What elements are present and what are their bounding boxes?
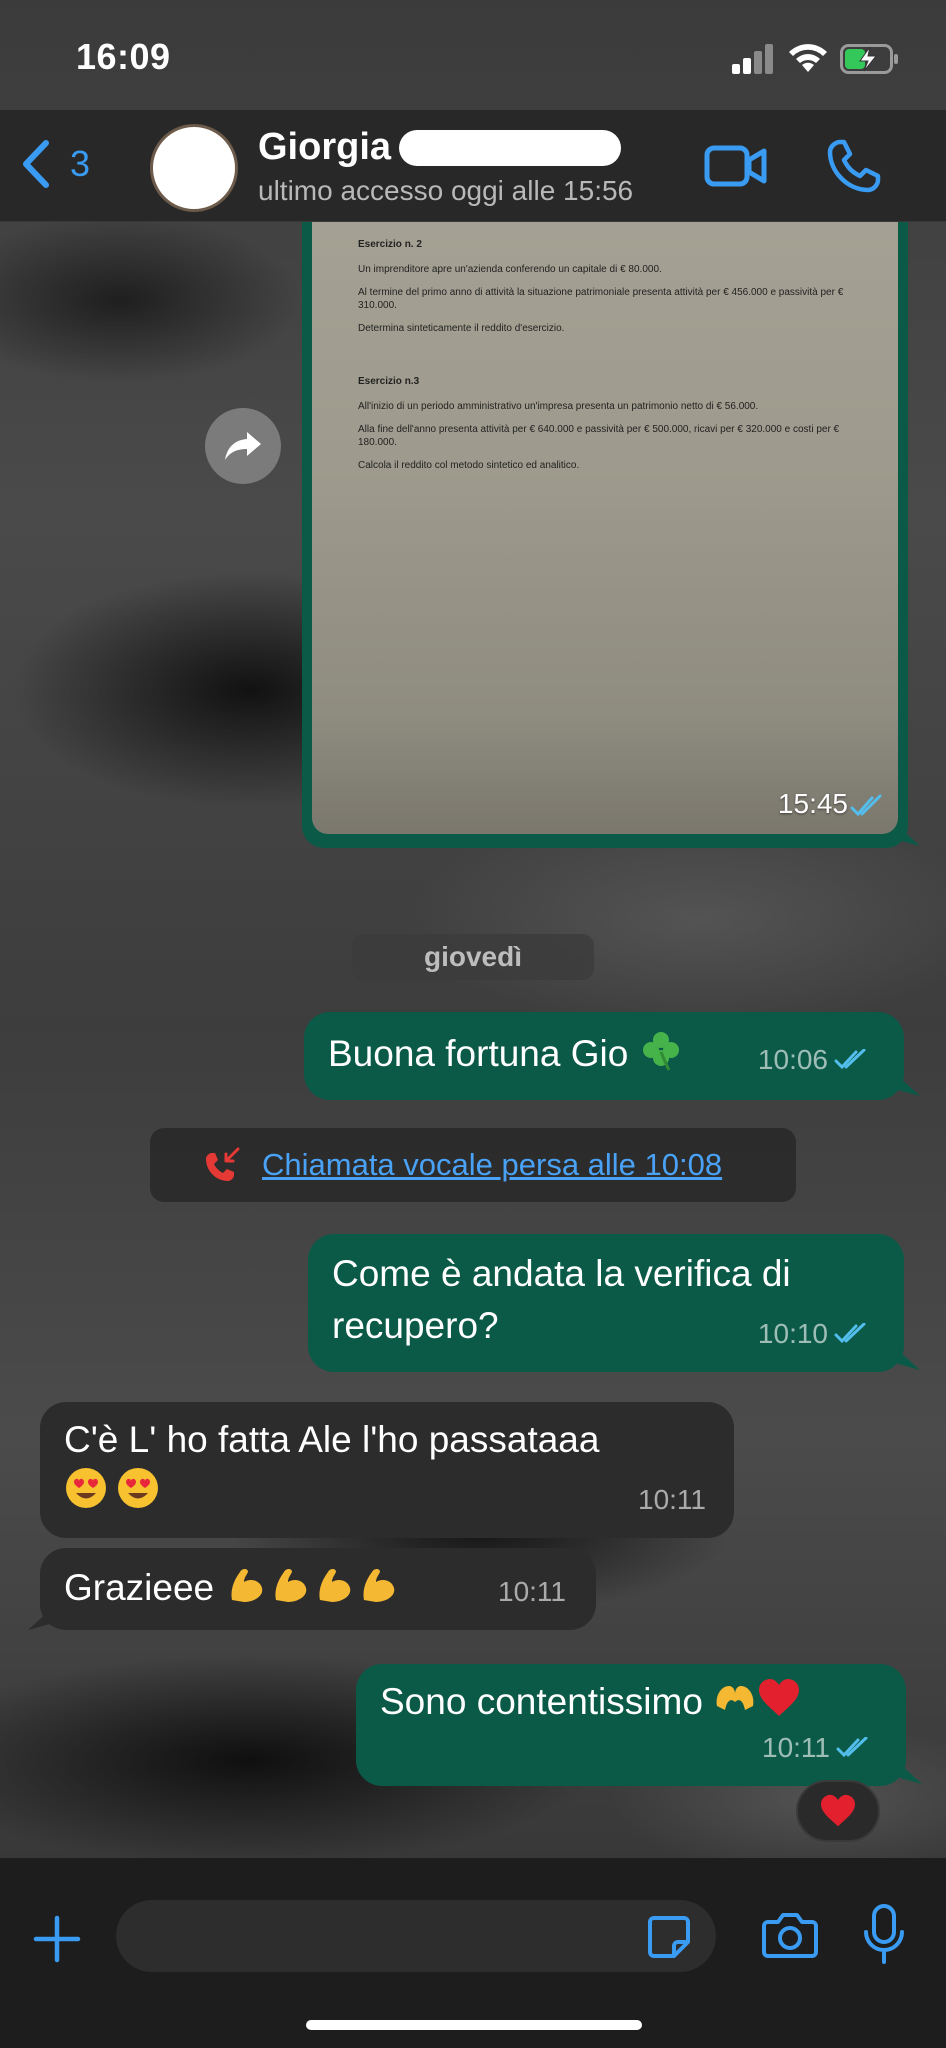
doc-ex2-p2: Al termine del primo anno di attività la…: [358, 287, 844, 311]
forward-arrow-icon: [225, 432, 261, 460]
read-ticks-icon: [834, 1049, 866, 1070]
doc-ex3-title: Esercizio n.3: [358, 376, 420, 387]
phone-icon[interactable]: [826, 138, 882, 194]
missed-call-link[interactable]: Chiamata vocale persa alle 10:08: [262, 1147, 722, 1183]
message-time: 10:10: [757, 1318, 828, 1349]
heart-eyes-emoji-icon: [118, 1468, 158, 1508]
message-time: 10:11: [762, 1732, 830, 1763]
home-indicator: [306, 2020, 642, 2030]
chat-header: 3 Giorgia ultimo accesso oggi alle 15:56: [0, 110, 946, 222]
message-input[interactable]: [116, 1900, 716, 1972]
message-meta: 10:11: [762, 1722, 870, 1774]
doc-ex3-p1: All'inizio di un periodo amministrativo …: [358, 401, 759, 412]
heart-eyes-emoji-icon: [66, 1468, 106, 1508]
bubble-tail: [898, 1076, 920, 1096]
message-meta: 10:10: [758, 1308, 868, 1360]
avatar[interactable]: [150, 124, 238, 212]
bubble-tail: [28, 1610, 50, 1630]
redacted-surname: [399, 129, 622, 166]
date-divider: giovedì: [352, 934, 594, 980]
bubble-tail: [900, 1764, 922, 1784]
bubble-tail: [898, 1350, 920, 1370]
contact-name: Giorgia: [258, 126, 633, 169]
unread-count: 3: [70, 143, 91, 184]
outgoing-message[interactable]: Come è andata la verifica di recupero? 1…: [308, 1234, 904, 1372]
last-seen: ultimo accesso oggi alle 15:56: [258, 175, 634, 206]
bubble-tail: [898, 826, 920, 846]
flexed-biceps-icon: [275, 1569, 307, 1602]
signal-icon: [732, 44, 774, 74]
document-photo: Esercizio n. 2 Un imprenditore apre un'a…: [358, 238, 858, 482]
message-text: Grazieee: [64, 1567, 215, 1608]
contact-info[interactable]: Giorgia ultimo accesso oggi alle 15:56: [258, 126, 633, 207]
doc-ex3-p2: Alla fine dell'anno presenta attività pe…: [358, 424, 840, 448]
contact-first-name: Giorgia: [258, 126, 392, 168]
incoming-message[interactable]: C'è L' ho fatta Ale l'ho passataaa 10:11: [40, 1402, 734, 1538]
plus-icon[interactable]: [32, 1914, 82, 1964]
battery-charging-icon: [840, 44, 898, 74]
doc-ex2-title: Esercizio n. 2: [358, 239, 422, 250]
red-heart-icon: [821, 1794, 855, 1827]
outgoing-message[interactable]: Buona fortuna Gio 10:06: [304, 1012, 904, 1100]
forward-button[interactable]: [205, 408, 281, 484]
message-meta: 10:06: [758, 1034, 868, 1086]
reaction-badge[interactable]: [796, 1780, 880, 1842]
status-time: 16:09: [76, 36, 171, 77]
microphone-icon[interactable]: [862, 1904, 906, 1966]
message-text: Come è andata la verifica di recupero?: [332, 1253, 791, 1346]
read-ticks-icon: [850, 794, 882, 817]
message-time: 15:45: [777, 788, 848, 819]
image-message-bubble[interactable]: Esercizio n. 2 Un imprenditore apre un'a…: [302, 222, 908, 848]
back-button[interactable]: 3: [18, 136, 90, 192]
message-time: 10:11: [638, 1484, 706, 1515]
chevron-left-icon: [23, 140, 49, 188]
heart-hands-icon: [716, 1686, 754, 1710]
missed-call-icon: [206, 1147, 240, 1181]
missed-call-notice[interactable]: Chiamata vocale persa alle 10:08: [150, 1128, 796, 1202]
read-ticks-icon: [836, 1737, 868, 1758]
message-time: 10:11: [498, 1576, 566, 1607]
status-bar: 16:09: [0, 0, 946, 110]
four-leaf-clover-icon: [642, 1032, 679, 1071]
doc-ex2-p1: Un imprenditore apre un'azienda conferen…: [358, 264, 662, 275]
doc-ex2-p3: Determina sinteticamente il reddito d'es…: [358, 323, 565, 334]
message-time: 10:06: [757, 1044, 828, 1075]
incoming-message[interactable]: Grazieee 10:11: [40, 1548, 596, 1630]
camera-icon[interactable]: [762, 1910, 818, 1960]
outgoing-message[interactable]: Sono contentissimo 10:11: [356, 1664, 906, 1786]
video-call-icon[interactable]: [704, 140, 768, 192]
wifi-icon: [789, 44, 827, 72]
message-text: Buona fortuna Gio: [328, 1033, 629, 1074]
read-ticks-icon: [834, 1323, 866, 1344]
input-bar: [0, 1858, 946, 2048]
flexed-biceps-icon: [319, 1569, 351, 1602]
red-heart-icon: [759, 1679, 800, 1716]
message-text: C'è L' ho fatta Ale l'ho passataaa: [64, 1419, 600, 1460]
message-text: Sono contentissimo: [380, 1681, 703, 1722]
sticker-icon[interactable]: [646, 1914, 692, 1960]
flexed-biceps-icon: [363, 1569, 395, 1602]
flexed-biceps-icon: [231, 1569, 263, 1602]
doc-ex3-p3: Calcola il reddito col metodo sintetico …: [358, 460, 580, 471]
photo-attachment[interactable]: Esercizio n. 2 Un imprenditore apre un'a…: [312, 222, 898, 834]
